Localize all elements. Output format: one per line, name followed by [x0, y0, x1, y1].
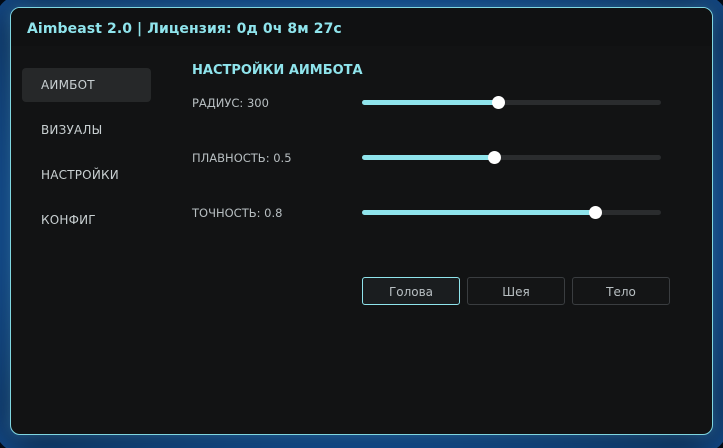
- accuracy-slider-fill: [362, 210, 596, 215]
- sidebar-item-aimbot[interactable]: АИМБОТ: [22, 68, 151, 102]
- sidebar-item-config[interactable]: КОНФИГ: [22, 203, 151, 237]
- sidebar-item-label: КОНФИГ: [41, 213, 96, 227]
- smoothness-slider[interactable]: [362, 151, 661, 164]
- radius-slider-thumb[interactable]: [492, 96, 506, 109]
- target-head-label: Голова: [388, 285, 434, 299]
- section-title: НАСТРОЙКИ АИМБОТА: [192, 63, 363, 78]
- sidebar-item-label: ВИЗУАЛЫ: [41, 123, 103, 137]
- target-head-button[interactable]: Голова: [362, 277, 460, 305]
- accuracy-slider[interactable]: [362, 206, 661, 219]
- sidebar-item-settings[interactable]: НАСТРОЙКИ: [22, 158, 151, 192]
- smoothness-slider-thumb[interactable]: [487, 151, 501, 164]
- sidebar-item-visuals[interactable]: ВИЗУАЛЫ: [22, 113, 151, 147]
- target-neck-button[interactable]: Шея: [467, 277, 565, 305]
- window-title: Aimbeast 2.0 | Лицензия: 0д 0ч 8м 27с: [27, 21, 342, 37]
- sidebar-item-label: НАСТРОЙКИ: [41, 168, 119, 182]
- smoothness-label: ПЛАВНОСТЬ: 0.5: [192, 151, 292, 165]
- radius-slider-fill: [362, 100, 499, 105]
- radius-slider[interactable]: [362, 96, 661, 109]
- accuracy-slider-thumb[interactable]: [589, 206, 603, 219]
- title-bar[interactable]: Aimbeast 2.0 | Лицензия: 0д 0ч 8м 27с: [11, 8, 712, 46]
- desktop-background: Aimbeast 2.0 | Лицензия: 0д 0ч 8м 27с АИ…: [0, 0, 723, 448]
- sidebar: АИМБОТ ВИЗУАЛЫ НАСТРОЙКИ КОНФИГ: [11, 46, 161, 434]
- accuracy-label: ТОЧНОСТЬ: 0.8: [192, 206, 283, 220]
- smoothness-slider-fill: [362, 155, 494, 160]
- target-body-label: Тело: [606, 285, 636, 299]
- sidebar-item-label: АИМБОТ: [41, 78, 95, 92]
- target-neck-label: Шея: [502, 285, 530, 299]
- app-window: Aimbeast 2.0 | Лицензия: 0д 0ч 8м 27с АИ…: [10, 7, 713, 435]
- radius-label: РАДИУС: 300: [192, 96, 269, 110]
- target-body-button[interactable]: Тело: [572, 277, 670, 305]
